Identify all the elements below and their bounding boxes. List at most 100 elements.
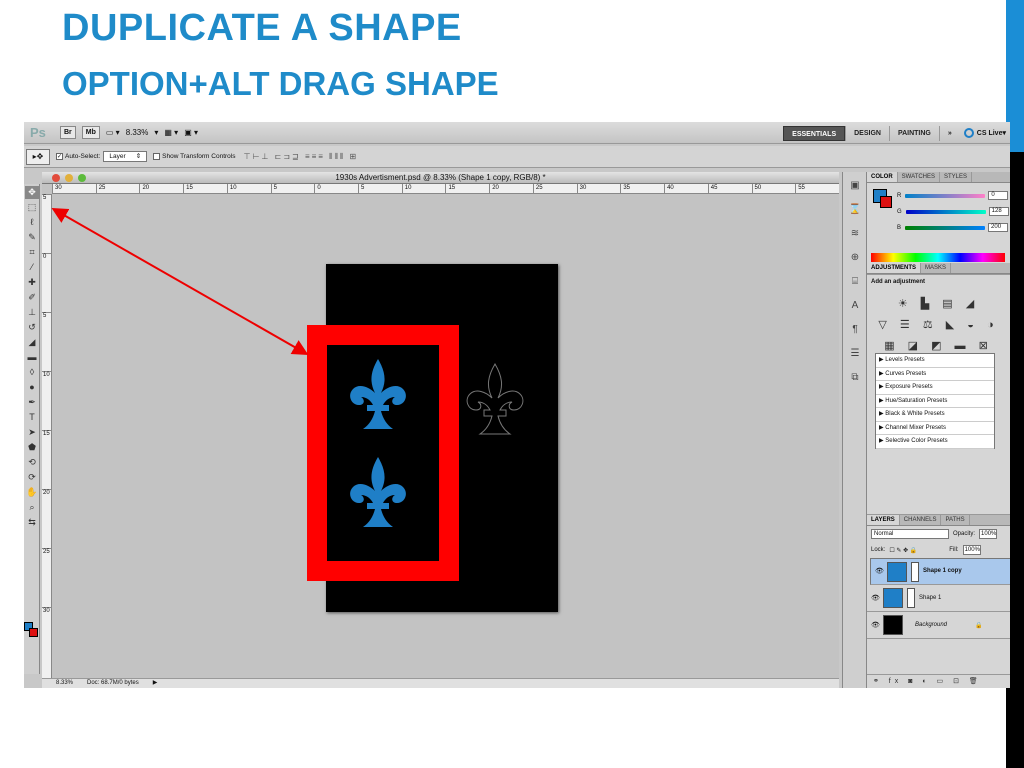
- arrange-documents-icon[interactable]: ▦ ▾: [164, 128, 178, 137]
- blue-track[interactable]: [905, 225, 986, 230]
- fill-input[interactable]: 100%: [962, 545, 981, 555]
- red-track[interactable]: [905, 193, 986, 198]
- status-doc-size[interactable]: Doc: 68.7M/0 bytes: [87, 679, 139, 688]
- hand-tool-icon[interactable]: ✋: [25, 486, 39, 499]
- eye-icon[interactable]: 👁: [871, 594, 880, 602]
- quick-select-tool-icon[interactable]: ✎: [25, 231, 39, 244]
- status-arrow-icon[interactable]: ▶: [153, 679, 158, 688]
- layer-row[interactable]: 👁 Shape 1: [867, 585, 1010, 612]
- layer-name[interactable]: Shape 1: [919, 595, 941, 601]
- color-bg-swatch[interactable]: [880, 196, 892, 208]
- tool-presets-icon[interactable]: ⌸: [846, 276, 864, 292]
- green-slider[interactable]: G 128: [897, 207, 1009, 216]
- blue-value-input[interactable]: 200: [988, 223, 1009, 232]
- zoom-level-select[interactable]: 8.33%: [126, 128, 149, 137]
- background-color[interactable]: [29, 628, 38, 637]
- zoom-dropdown-icon[interactable]: ▾: [154, 128, 158, 137]
- zoom-tool-icon[interactable]: ⌕: [25, 501, 39, 514]
- path-select-icon[interactable]: ➤: [25, 426, 39, 439]
- green-track[interactable]: [905, 209, 986, 214]
- tab-masks[interactable]: MASKS: [921, 263, 952, 273]
- default-colors-icon[interactable]: ⇆: [25, 516, 39, 529]
- blur-tool-icon[interactable]: ◊: [25, 366, 39, 379]
- pen-tool-icon[interactable]: ✒: [25, 396, 39, 409]
- eye-icon[interactable]: 👁: [871, 621, 880, 629]
- status-zoom[interactable]: 8.33%: [56, 679, 73, 688]
- mini-bridge-button[interactable]: Mb: [81, 126, 100, 139]
- history-panel-icon[interactable]: ⌛: [846, 204, 864, 220]
- brush-presets-icon[interactable]: ≋: [846, 228, 864, 244]
- mini-bridge-panel-icon[interactable]: ▣: [846, 180, 864, 196]
- healing-tool-icon[interactable]: ✚: [25, 276, 39, 289]
- paragraph-panel-icon[interactable]: ¶: [846, 324, 864, 340]
- preset-item[interactable]: ▶ Levels Presets: [876, 354, 994, 368]
- character-panel-icon[interactable]: A: [846, 300, 864, 316]
- auto-select-checkbox[interactable]: ✓ Auto-Select:: [56, 153, 100, 160]
- tab-layers[interactable]: LAYERS: [867, 515, 900, 525]
- stamp-tool-icon[interactable]: ⊥: [25, 306, 39, 319]
- type-tool-icon[interactable]: T: [25, 411, 39, 424]
- workspace-design[interactable]: DESIGN: [845, 125, 889, 141]
- 3d-orbit-icon[interactable]: ⟳: [25, 471, 39, 484]
- adjustment-icons-row-1[interactable]: ☀ ▙ ▤ ◢: [867, 297, 1010, 310]
- tab-color[interactable]: COLOR: [867, 172, 898, 182]
- preset-item[interactable]: ▶ Channel Mixer Presets: [876, 422, 994, 435]
- blue-slider[interactable]: B 200: [897, 223, 1009, 232]
- opacity-input[interactable]: 100%: [979, 529, 998, 539]
- red-slider[interactable]: R 0: [897, 191, 1009, 200]
- brush-tool-icon[interactable]: ✐: [25, 291, 39, 304]
- adjustment-icons-row-3[interactable]: ▦ ◪ ◩ ▬ ⊠: [867, 339, 1010, 352]
- clone-source-icon[interactable]: ⊕: [846, 252, 864, 268]
- layer-comps-icon[interactable]: ⧉: [846, 372, 864, 388]
- preset-item[interactable]: ▶ Hue/Saturation Presets: [876, 395, 994, 408]
- adjustment-icons-row-2[interactable]: ▽ ☰ ⚖ ◣ ◒ ◑: [867, 318, 1010, 331]
- horizontal-ruler[interactable]: 30 25 20 15 10 5 0 5 10 15 20 25 30 35 40 45 50 55: [52, 184, 839, 194]
- bridge-button[interactable]: Br: [60, 126, 76, 139]
- history-brush-icon[interactable]: ↺: [25, 321, 39, 334]
- cs-live-button[interactable]: CS Live ▾: [960, 128, 1010, 138]
- preset-item[interactable]: ▶ Selective Color Presets: [876, 435, 994, 449]
- fleur-de-lis-shape[interactable]: [345, 455, 411, 531]
- align-buttons-icon[interactable]: ⊤⊢⊥ ⊏⊐⊒ ≡≡≡ ⫴⫴⫴ ⊞: [243, 152, 358, 162]
- lasso-tool-icon[interactable]: ℓ: [25, 216, 39, 229]
- blend-mode-select[interactable]: Normal: [871, 529, 949, 539]
- workspace-more-button[interactable]: »: [938, 125, 960, 141]
- eye-icon[interactable]: 👁: [875, 567, 884, 576]
- eyedropper-tool-icon[interactable]: ⁄: [25, 261, 39, 274]
- shape-tool-icon[interactable]: ⬟: [25, 441, 39, 454]
- layer-row[interactable]: 👁 Shape 1 copy: [870, 558, 1010, 585]
- preset-item[interactable]: ▶ Black & White Presets: [876, 408, 994, 422]
- green-value-input[interactable]: 128: [988, 207, 1009, 216]
- lock-icons[interactable]: ☐ ✎ ✥ 🔒: [889, 547, 917, 554]
- move-tool-icon[interactable]: ✥: [25, 186, 39, 199]
- tab-channels[interactable]: CHANNELS: [900, 515, 942, 525]
- move-tool-preset-icon[interactable]: ▸✥: [26, 148, 50, 165]
- notes-panel-icon[interactable]: ☰: [846, 348, 864, 364]
- layer-name[interactable]: Background: [915, 622, 947, 628]
- crop-tool-icon[interactable]: ⌗: [25, 246, 39, 259]
- view-extras-icon[interactable]: ▭ ▾: [106, 128, 120, 137]
- close-icon[interactable]: [52, 174, 60, 182]
- layer-actions[interactable]: ⚭ fx ◙ ◐ ▭ ⊡ 🗑: [867, 674, 1010, 688]
- tab-adjustments[interactable]: ADJUSTMENTS: [867, 263, 922, 273]
- tab-paths[interactable]: PATHS: [941, 515, 970, 525]
- dodge-tool-icon[interactable]: ●: [25, 381, 39, 394]
- preset-item[interactable]: ▶ Exposure Presets: [876, 381, 994, 395]
- layer-row[interactable]: 👁 Background 🔒: [867, 612, 1010, 639]
- color-spectrum[interactable]: [871, 253, 1005, 262]
- tab-swatches[interactable]: SWATCHES: [898, 172, 941, 182]
- show-transform-checkbox[interactable]: Show Transform Controls: [153, 153, 235, 160]
- preset-item[interactable]: ▶ Curves Presets: [876, 368, 994, 381]
- eraser-tool-icon[interactable]: ◢: [25, 336, 39, 349]
- workspace-essentials[interactable]: ESSENTIALS: [783, 125, 846, 141]
- auto-select-dropdown[interactable]: Layer ⇕: [103, 151, 148, 162]
- tab-styles[interactable]: STYLES: [940, 172, 973, 182]
- 3d-rotate-icon[interactable]: ⟲: [25, 456, 39, 469]
- fleur-de-lis-shape-copy[interactable]: [345, 357, 411, 433]
- gradient-tool-icon[interactable]: ▬: [25, 351, 39, 364]
- layer-name[interactable]: Shape 1 copy: [923, 567, 962, 576]
- red-value-input[interactable]: 0: [988, 191, 1009, 200]
- marquee-tool-icon[interactable]: ⬚: [25, 201, 39, 214]
- vertical-ruler[interactable]: 5 0 5 10 15 20 25 30: [42, 194, 52, 678]
- document-tab[interactable]: 1930s Advertisment.psd @ 8.33% (Shape 1 …: [42, 172, 839, 184]
